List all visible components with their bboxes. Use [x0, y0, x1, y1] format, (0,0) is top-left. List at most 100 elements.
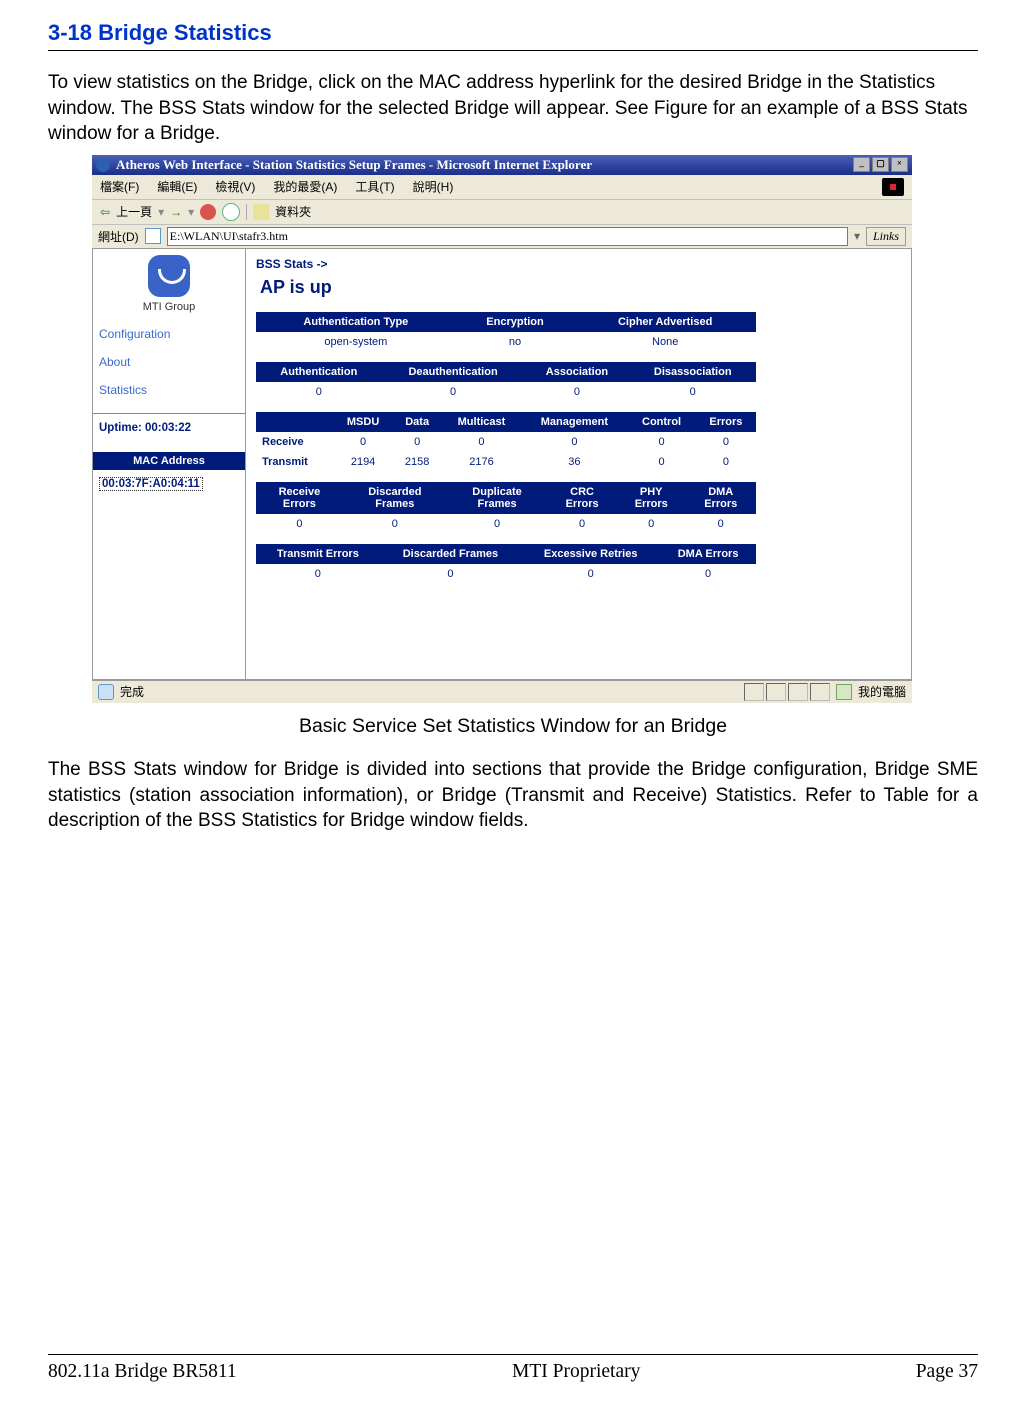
sidebar: MTI Group Configuration About Statistics…: [93, 249, 246, 679]
table-rx-errors: Receive Errors Discarded Frames Duplicat…: [256, 482, 756, 534]
menu-help[interactable]: 說明(H): [413, 178, 454, 195]
th-cipher: Cipher Advertised: [574, 312, 756, 332]
menu-fav[interactable]: 我的最愛(A): [273, 178, 337, 195]
td: 0: [547, 514, 617, 534]
minimize-button[interactable]: _: [853, 157, 870, 172]
td: 0: [382, 382, 525, 402]
divider: [48, 50, 978, 51]
logo: MTI Group: [99, 255, 239, 313]
td: 0: [256, 564, 380, 584]
td: 0: [521, 432, 627, 452]
page-content: MTI Group Configuration About Statistics…: [92, 249, 912, 680]
status-bar: 完成 我的電腦: [92, 680, 912, 703]
td: 2194: [333, 452, 392, 472]
td: 0: [343, 514, 447, 534]
th-dma: DMA Errors: [660, 544, 756, 564]
sidebar-link-statistics[interactable]: Statistics: [99, 383, 239, 397]
row-transmit-label: Transmit: [256, 452, 333, 472]
back-arrow-icon[interactable]: ⇦: [100, 205, 110, 219]
address-label: 網址(D): [98, 228, 139, 245]
figure-browser-screenshot: Atheros Web Interface - Station Statisti…: [92, 155, 912, 703]
stop-icon[interactable]: [200, 204, 216, 220]
figure-caption: Basic Service Set Statistics Window for …: [48, 715, 978, 738]
section-title: 3-18 Bridge Statistics: [48, 20, 978, 46]
td: 0: [447, 514, 547, 534]
td: open-system: [256, 332, 456, 352]
td: 0: [333, 432, 392, 452]
toolbar: ⇦ 上一頁 ▾ → ▾ 資料夾: [92, 200, 912, 225]
table-auth-counts: Authentication Deauthentication Associat…: [256, 362, 756, 402]
td: 2176: [442, 452, 522, 472]
body-paragraph: The BSS Stats window for Bridge is divid…: [48, 757, 978, 834]
main-content: BSS Stats -> AP is up Authentication Typ…: [246, 249, 911, 679]
mac-address-link[interactable]: 00:03:7F:A0:04:11: [99, 477, 203, 491]
intro-paragraph: To view statistics on the Bridge, click …: [48, 70, 978, 147]
th-exc: Excessive Retries: [521, 544, 660, 564]
th-management: Management: [521, 412, 627, 432]
td: 0: [442, 432, 522, 452]
td: 0: [627, 432, 695, 452]
table-auth-encryption: Authentication Type Encryption Cipher Ad…: [256, 312, 756, 352]
td: 2158: [393, 452, 442, 472]
breadcrumb-arrow: ->: [317, 257, 328, 271]
td: 0: [525, 382, 630, 402]
th-tx-err: Transmit Errors: [256, 544, 380, 564]
footer-divider: [48, 1354, 978, 1355]
address-bar: 網址(D) ▾ Links: [92, 225, 912, 249]
th-auth: Authentication: [256, 362, 382, 382]
th-encryption: Encryption: [456, 312, 575, 332]
th-crc: CRC Errors: [547, 482, 617, 514]
folder-icon[interactable]: [253, 204, 269, 220]
td: 0: [627, 452, 695, 472]
td: 0: [629, 382, 756, 402]
menu-bar: 檔案(F) 編輯(E) 檢視(V) 我的最愛(A) 工具(T) 說明(H): [92, 175, 912, 200]
sidebar-link-configuration[interactable]: Configuration: [99, 327, 239, 341]
td: 0: [256, 382, 382, 402]
address-input[interactable]: [167, 227, 848, 246]
td: 0: [380, 564, 521, 584]
td: 0: [617, 514, 685, 534]
th-assoc: Association: [525, 362, 630, 382]
bss-stats-label[interactable]: BSS Stats: [256, 257, 313, 271]
td: 0: [256, 514, 343, 534]
menu-view[interactable]: 檢視(V): [215, 178, 255, 195]
status-boxes: [744, 683, 830, 701]
maximize-button[interactable]: ▢: [872, 157, 889, 172]
uptime-label: Uptime: 00:03:22: [99, 422, 239, 434]
folder-button-label[interactable]: 資料夾: [275, 203, 311, 220]
th-disassoc: Disassociation: [629, 362, 756, 382]
row-receive-label: Receive: [256, 432, 333, 452]
logo-text: MTI Group: [143, 301, 196, 313]
td: None: [574, 332, 756, 352]
window-title: Atheros Web Interface - Station Statisti…: [116, 157, 592, 173]
refresh-icon[interactable]: [222, 203, 240, 221]
menu-edit[interactable]: 編輯(E): [157, 178, 197, 195]
links-button[interactable]: Links: [866, 227, 906, 246]
td: 0: [685, 514, 756, 534]
td: 0: [521, 564, 660, 584]
td: 36: [521, 452, 627, 472]
footer-right: Page 37: [916, 1361, 978, 1383]
td: 0: [696, 432, 756, 452]
th-phy: PHY Errors: [617, 482, 685, 514]
menu-file[interactable]: 檔案(F): [100, 178, 139, 195]
back-button-label[interactable]: 上一頁: [116, 203, 152, 220]
my-computer-icon: [836, 684, 852, 700]
th-disc: Discarded Frames: [380, 544, 521, 564]
status-page-icon: [98, 684, 114, 700]
th-msdu: MSDU: [333, 412, 392, 432]
sidebar-link-about[interactable]: About: [99, 355, 239, 369]
status-done-label: 完成: [120, 683, 144, 700]
footer-left: 802.11a Bridge BR5811: [48, 1361, 237, 1383]
th-errors: Errors: [696, 412, 756, 432]
th-blank: [256, 412, 333, 432]
forward-arrow-icon[interactable]: →: [170, 205, 182, 219]
th-disc: Discarded Frames: [343, 482, 447, 514]
th-data: Data: [393, 412, 442, 432]
close-button[interactable]: ×: [891, 157, 908, 172]
th-dma: DMA Errors: [685, 482, 756, 514]
page-icon: [145, 228, 161, 244]
table-traffic: MSDU Data Multicast Management Control E…: [256, 412, 756, 472]
menu-tools[interactable]: 工具(T): [355, 178, 394, 195]
logo-icon: [148, 255, 190, 297]
